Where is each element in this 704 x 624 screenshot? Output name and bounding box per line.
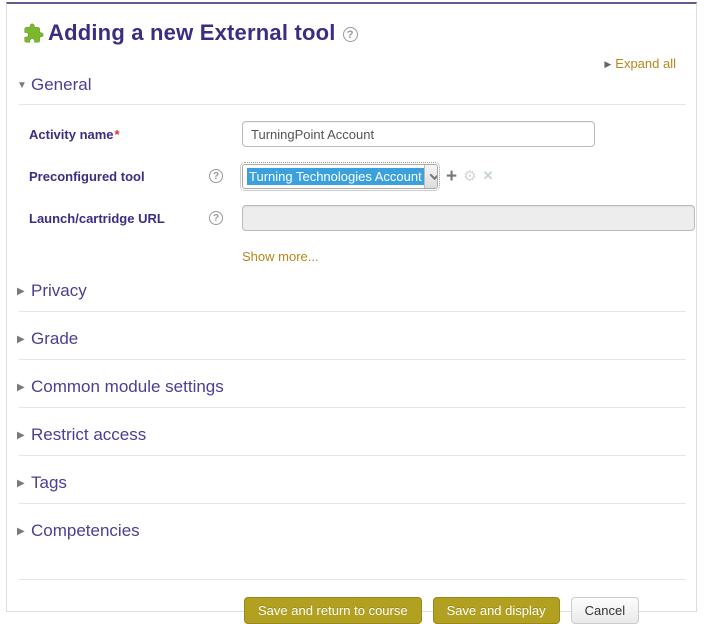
section-common-module-settings-header[interactable]: ▶ Common module settings: [17, 377, 696, 397]
section-common-module-settings: ▶ Common module settings: [7, 377, 696, 408]
expand-all-row: ▶ Expand all: [7, 56, 676, 71]
triangle-right-icon: ▶: [17, 286, 31, 297]
triangle-right-icon: ▶: [17, 334, 31, 345]
triangle-right-icon: ▶: [17, 382, 31, 393]
selected-option-text: Turning Technologies Account: [247, 168, 424, 185]
help-icon[interactable]: ?: [343, 27, 358, 42]
section-tags-header[interactable]: ▶ Tags: [17, 473, 696, 493]
divider: [19, 455, 686, 456]
section-grade-header[interactable]: ▶ Grade: [17, 329, 696, 349]
section-competencies: ▶ Competencies: [7, 521, 696, 580]
section-privacy-header[interactable]: ▶ Privacy: [17, 281, 696, 301]
gear-icon: ⚙: [463, 167, 476, 185]
triangle-down-icon: ▼: [17, 80, 31, 91]
save-and-return-button[interactable]: Save and return to course: [244, 597, 422, 624]
section-grade-title: Grade: [31, 329, 78, 349]
show-more-row: Show more...: [242, 249, 696, 264]
activity-name-input[interactable]: [242, 121, 595, 147]
help-slot: ?: [209, 211, 242, 225]
section-restrict-access-title: Restrict access: [31, 425, 146, 445]
section-tags-title: Tags: [31, 473, 67, 493]
section-privacy-title: Privacy: [31, 281, 87, 301]
launch-url-label: Launch/cartridge URL: [29, 211, 209, 226]
launch-url-input: [242, 205, 695, 231]
section-general: ▼ General Activity name* Preconfigured t…: [7, 75, 696, 264]
selected-option: Turning Technologies Account: [243, 165, 424, 188]
cancel-button[interactable]: Cancel: [571, 597, 639, 624]
preconfigured-tool-label: Preconfigured tool: [29, 169, 209, 184]
tool-action-icons: + ⚙ ✕: [446, 167, 493, 186]
section-general-title: General: [31, 75, 91, 95]
divider: [19, 579, 686, 580]
activity-name-row: Activity name*: [7, 121, 696, 147]
divider: [19, 503, 686, 504]
section-general-header[interactable]: ▼ General: [17, 75, 696, 95]
close-icon: ✕: [483, 168, 494, 184]
section-competencies-title: Competencies: [31, 521, 140, 541]
triangle-right-icon: ▶: [17, 526, 31, 537]
launch-url-row: Launch/cartridge URL ?: [7, 205, 696, 231]
help-icon[interactable]: ?: [209, 211, 223, 225]
section-common-module-settings-title: Common module settings: [31, 377, 224, 397]
page-header: Adding a new External tool ?: [23, 20, 696, 46]
activity-name-label-text: Activity name: [29, 127, 114, 142]
help-icon[interactable]: ?: [209, 169, 223, 183]
save-and-display-button[interactable]: Save and display: [433, 597, 560, 624]
divider: [19, 104, 686, 105]
select-arrow-button[interactable]: [424, 165, 438, 188]
triangle-right-icon: ▶: [604, 59, 611, 69]
external-tool-form-page: Adding a new External tool ? ▶ Expand all…: [6, 2, 697, 612]
section-restrict-access: ▶ Restrict access: [7, 425, 696, 456]
form-actions: Save and return to course Save and displ…: [244, 597, 696, 624]
add-tool-icon[interactable]: +: [446, 167, 457, 186]
activity-name-label: Activity name*: [29, 127, 209, 142]
divider: [19, 407, 686, 408]
required-asterisk: *: [115, 127, 120, 142]
page-title: Adding a new External tool: [48, 20, 336, 46]
preconfigured-tool-row: Preconfigured tool ? Turning Technologie…: [7, 163, 696, 189]
show-more-link[interactable]: Show more...: [242, 249, 319, 264]
preconfigured-tool-select[interactable]: Turning Technologies Account: [242, 164, 438, 189]
divider: [19, 311, 686, 312]
section-competencies-header[interactable]: ▶ Competencies: [17, 521, 696, 541]
section-restrict-access-header[interactable]: ▶ Restrict access: [17, 425, 696, 445]
chevron-down-icon: [430, 170, 438, 180]
puzzle-piece-icon: [23, 23, 44, 44]
section-tags: ▶ Tags: [7, 473, 696, 504]
expand-all-link[interactable]: Expand all: [615, 56, 676, 71]
section-privacy: ▶ Privacy: [7, 281, 696, 312]
section-grade: ▶ Grade: [7, 329, 696, 360]
divider: [19, 359, 686, 360]
triangle-right-icon: ▶: [17, 478, 31, 489]
help-slot: ?: [209, 169, 242, 183]
triangle-right-icon: ▶: [17, 430, 31, 441]
